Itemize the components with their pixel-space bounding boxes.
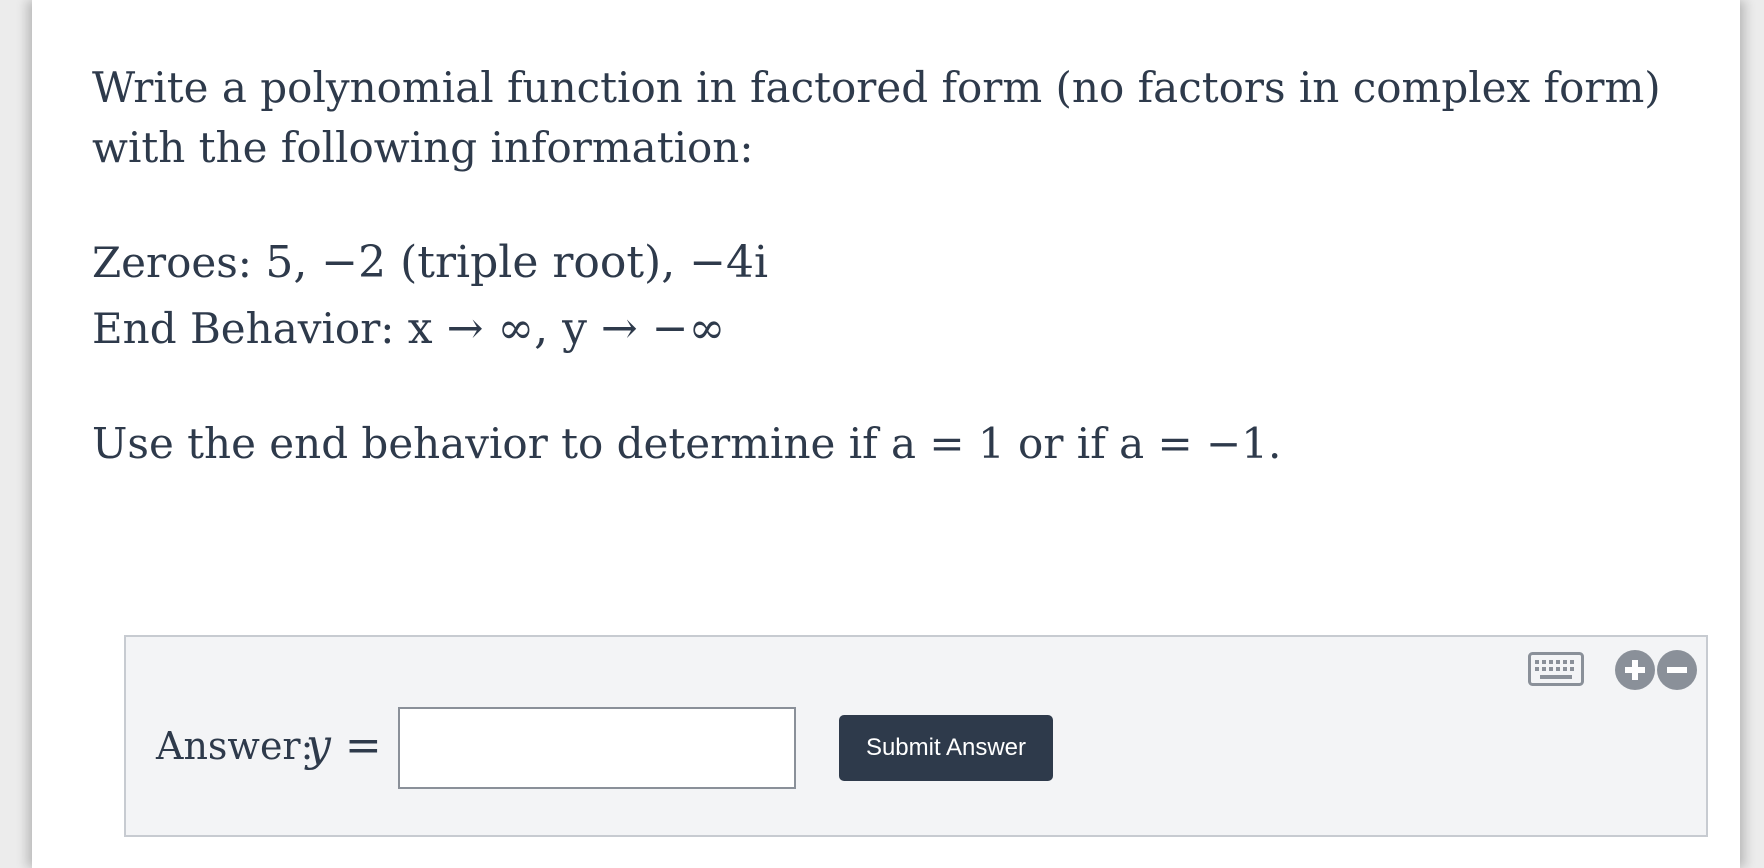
question-card: Write a polynomial function in factored … <box>32 0 1740 868</box>
answer-label: Answer: <box>156 724 314 768</box>
answer-input[interactable] <box>398 707 796 789</box>
zeroes-line: Zeroes: 5, −2 (triple root), −4i <box>92 230 1692 296</box>
question-text: Write a polynomial function in factored … <box>92 58 1692 474</box>
question-intro: Write a polynomial function in factored … <box>92 63 1661 172</box>
minus-circle-icon[interactable] <box>1656 649 1698 691</box>
keyboard-icon[interactable] <box>1528 652 1584 686</box>
submit-answer-button[interactable]: Submit Answer <box>839 715 1053 781</box>
plus-circle-icon[interactable] <box>1614 649 1656 691</box>
end-behavior-value: x → ∞, y → −∞ <box>407 303 726 354</box>
zeroes-label: Zeroes: <box>92 238 252 287</box>
answer-equation-prefix: y = <box>306 720 382 771</box>
end-behavior-label: End Behavior: <box>92 304 395 353</box>
question-hint: Use the end behavior to determine if a =… <box>92 419 1282 468</box>
end-behavior-line: End Behavior: x → ∞, y → −∞ <box>92 296 1692 362</box>
answer-panel: Answer: y = Submit Answer <box>124 635 1708 837</box>
zeroes-value: 5, −2 (triple root), −4i <box>265 237 769 288</box>
